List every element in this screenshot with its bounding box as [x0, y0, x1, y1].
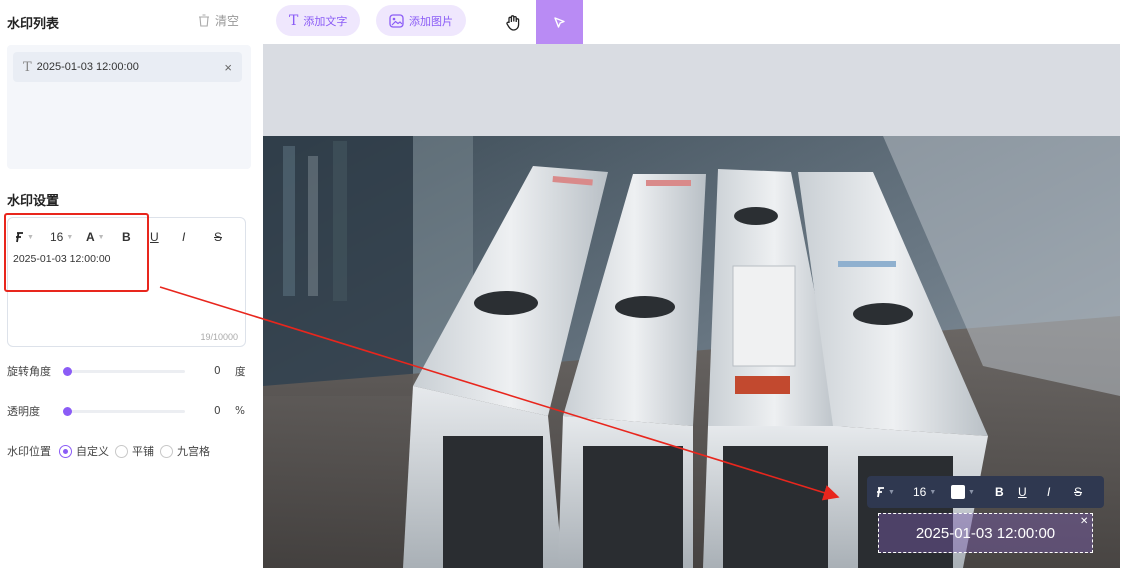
color-swatch: [951, 485, 965, 499]
close-icon[interactable]: ✕: [1080, 516, 1088, 527]
font-family-icon: [877, 486, 884, 497]
font-color-select[interactable]: ▼: [947, 485, 989, 499]
underline-button[interactable]: U: [1018, 485, 1047, 499]
watermark-text-box[interactable]: 2025-01-03 12:00:00: [878, 513, 1093, 553]
font-family-select[interactable]: ▼: [875, 486, 905, 498]
strikethrough-button[interactable]: S: [1074, 485, 1088, 499]
bold-button[interactable]: B: [989, 485, 1018, 499]
font-size-value: 16: [913, 485, 927, 499]
italic-button[interactable]: I: [1047, 485, 1074, 499]
watermark-text: 2025-01-03 12:00:00: [915, 524, 1056, 542]
floating-text-toolbar: ▼ 16 ▼ ▼ B U I S: [867, 476, 1104, 508]
font-size-select[interactable]: 16 ▼: [905, 485, 947, 499]
